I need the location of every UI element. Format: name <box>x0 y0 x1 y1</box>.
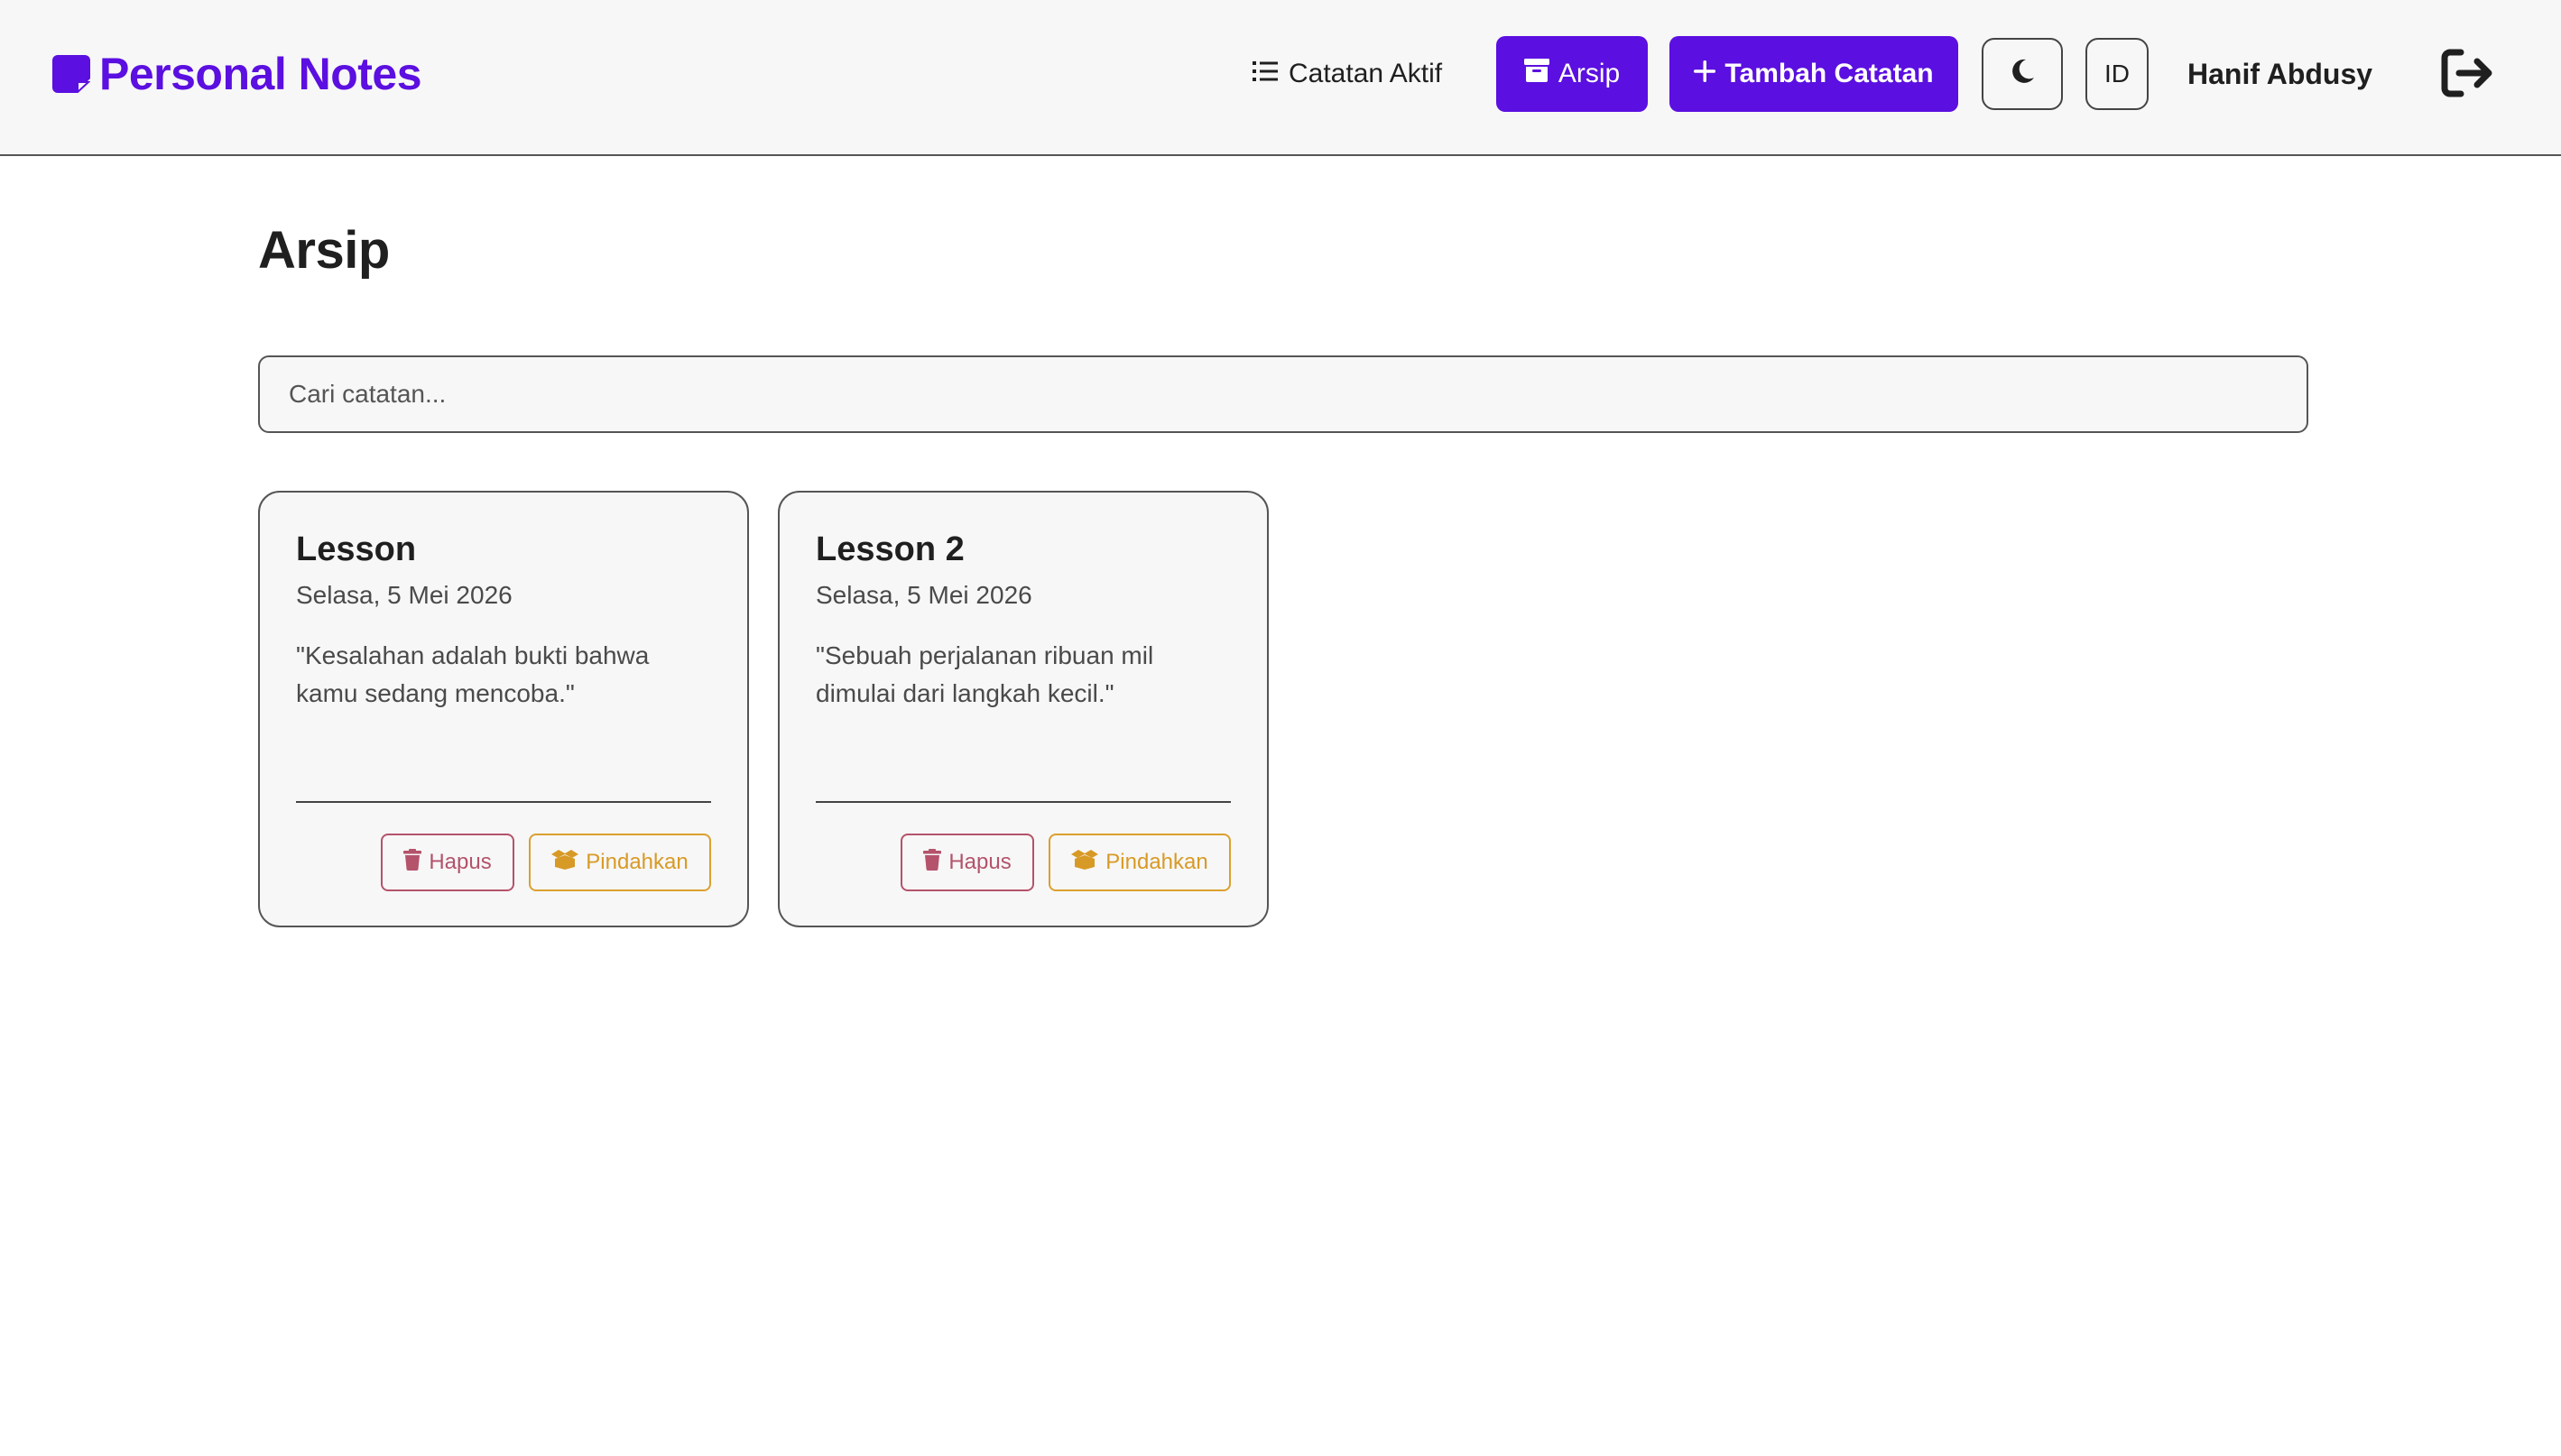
archive-button[interactable]: Arsip <box>1496 36 1648 112</box>
logout-button[interactable] <box>2436 43 2500 106</box>
move-button-label: Pindahkan <box>1105 850 1208 874</box>
box-open-icon <box>1071 849 1099 876</box>
language-toggle-button[interactable]: ID <box>2085 38 2149 110</box>
add-note-button[interactable]: Tambah Catatan <box>1669 36 1958 112</box>
delete-button[interactable]: Hapus <box>381 834 514 891</box>
move-button-label: Pindahkan <box>586 850 689 874</box>
move-button[interactable]: Pindahkan <box>529 834 711 891</box>
delete-button-label: Hapus <box>429 850 492 874</box>
note-body: "Sebuah perjalanan ribuan mil dimulai da… <box>816 641 1154 707</box>
move-button[interactable]: Pindahkan <box>1049 834 1231 891</box>
note-title[interactable]: Lesson 2 <box>816 530 965 569</box>
moon-icon <box>2009 58 2036 91</box>
page-title: Arsip <box>258 221 390 280</box>
add-note-button-label: Tambah Catatan <box>1724 59 1934 88</box>
note-title[interactable]: Lesson <box>296 530 416 569</box>
search-input[interactable] <box>258 355 2308 433</box>
note-body: "Kesalahan adalah bukti bahwa kamu sedan… <box>296 641 650 707</box>
note-actions: Hapus Pindahkan <box>381 834 711 891</box>
list-icon <box>1253 59 1278 89</box>
delete-button[interactable]: Hapus <box>901 834 1034 891</box>
nav-active-notes-label: Catatan Aktif <box>1289 59 1443 88</box>
delete-button-label: Hapus <box>948 850 1012 874</box>
card-divider <box>816 801 1231 803</box>
note-actions: Hapus Pindahkan <box>901 834 1231 891</box>
main-nav: Catatan Aktif Arsip Tambah Catatan ID Ha… <box>0 36 2561 112</box>
nav-active-notes[interactable]: Catatan Aktif <box>1253 36 1442 112</box>
trash-icon <box>923 848 942 877</box>
box-open-icon <box>551 849 579 876</box>
trash-icon <box>403 848 422 877</box>
note-date: Selasa, 5 Mei 2026 <box>296 581 513 609</box>
user-name: Hanif Abdusy <box>2187 57 2373 90</box>
archive-icon <box>1523 59 1549 89</box>
app-header: Personal Notes Catatan Aktif Arsip Tamba… <box>0 0 2561 156</box>
theme-toggle-button[interactable] <box>1982 38 2063 110</box>
plus-icon <box>1694 59 1716 89</box>
note-date: Selasa, 5 Mei 2026 <box>816 581 1032 609</box>
card-divider <box>296 801 711 803</box>
logout-icon <box>2441 49 2495 102</box>
note-card: Lesson Selasa, 5 Mei 2026 "Kesalahan ada… <box>258 491 749 927</box>
archive-button-label: Arsip <box>1558 59 1621 88</box>
note-card: Lesson 2 Selasa, 5 Mei 2026 "Sebuah perj… <box>778 491 1269 927</box>
